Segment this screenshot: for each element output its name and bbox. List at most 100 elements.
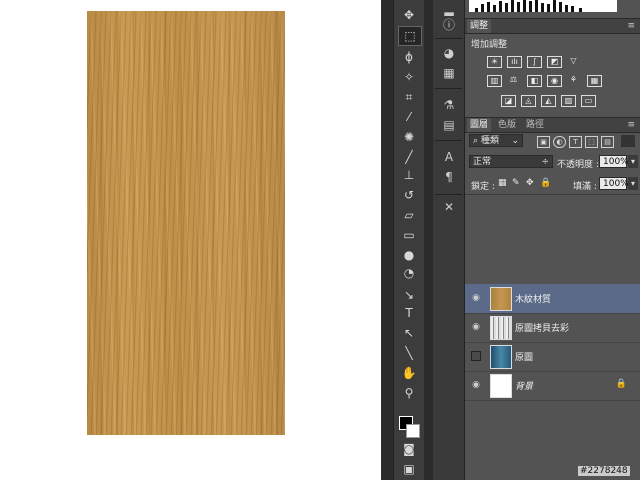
layer-row[interactable]: 原圖	[465, 342, 640, 372]
eye-icon[interactable]: ◉	[471, 293, 481, 303]
hue-saturation-icon[interactable]: ▥	[487, 75, 502, 87]
tab-adjustments[interactable]: 調整	[467, 19, 492, 33]
eraser-tool-icon[interactable]: ▱	[398, 206, 420, 224]
paragraph-icon[interactable]: ¶	[437, 168, 461, 186]
wood-texture-image	[87, 11, 285, 435]
hand-tool-icon[interactable]: ✋	[398, 364, 420, 382]
quick-mask-icon[interactable]: ◙	[398, 440, 420, 458]
gradient-map-icon[interactable]: ▭	[581, 95, 596, 107]
lock-transparent-icon[interactable]: ▦	[498, 178, 507, 188]
tab-paths[interactable]: 路徑	[523, 118, 547, 132]
history-brush-tool-icon[interactable]: ↺	[398, 186, 420, 204]
healing-tool-icon[interactable]: ✺	[398, 128, 420, 146]
screen-mode-icon[interactable]: ▣	[398, 460, 420, 478]
layer-name: 原圖	[515, 353, 534, 363]
layer-row[interactable]: ◉ 木紋材質	[465, 284, 640, 314]
color-lookup-icon[interactable]: ▦	[587, 75, 602, 87]
layer-name: 背景	[515, 382, 534, 392]
fill-input[interactable]: 100%	[599, 177, 629, 190]
right-panels: 調整 ≡ 增加調整 ☀ ılı ∫ ◩ ▽ ▥ ⚖ ◧ ◉ ⚘ ▦ ◪ ◬ ◭ …	[464, 0, 640, 480]
brush-presets-icon[interactable]: ▤	[437, 116, 461, 134]
stamp-tool-icon[interactable]: ⊥	[398, 166, 420, 184]
filter-shape-icon[interactable]: ⬚	[585, 136, 598, 148]
filter-toggle[interactable]	[621, 135, 635, 147]
lock-image-icon[interactable]: ✎	[512, 178, 520, 188]
layer-kind-filter[interactable]: ⌕ 種類 ⌄	[469, 134, 523, 147]
lock-all-icon[interactable]: 🔒	[540, 178, 551, 188]
dodge-tool-icon[interactable]: ◔	[398, 264, 420, 282]
tab-channels[interactable]: 色版	[495, 118, 519, 132]
zoom-tool-icon[interactable]: ⚲	[398, 384, 420, 402]
dock-separator	[435, 38, 462, 39]
blur-tool-icon[interactable]: ●	[398, 246, 420, 264]
path-select-tool-icon[interactable]: ↖	[398, 324, 420, 342]
levels-icon[interactable]: ılı	[507, 56, 522, 68]
gradient-tool-icon[interactable]: ▭	[398, 226, 420, 244]
eye-icon[interactable]: ◉	[471, 322, 481, 332]
panel-menu-icon[interactable]: ≡	[627, 120, 635, 130]
filter-adjustment-icon[interactable]: ◐	[553, 136, 566, 148]
document-canvas[interactable]	[0, 0, 381, 480]
move-tool-icon[interactable]: ✥	[398, 6, 420, 24]
selective-color-icon[interactable]: ▧	[561, 95, 576, 107]
hidden-visibility-box[interactable]	[471, 351, 481, 361]
filter-pixel-icon[interactable]: ▣	[537, 136, 550, 148]
search-icon: ⌕	[473, 136, 479, 146]
blend-mode-value: 正常	[473, 157, 492, 167]
swatches-icon[interactable]: ▦	[437, 64, 461, 82]
fill-slider-toggle[interactable]: ▾	[628, 177, 638, 190]
layer-row[interactable]: ◉ 背景 🔒	[465, 371, 640, 401]
panel-dock: ▂ ⓘ ◕ ▦ ⚗ ▤ A ¶ ✕	[433, 0, 464, 480]
eye-icon[interactable]: ◉	[471, 380, 481, 390]
histogram-preview	[469, 0, 617, 12]
lock-position-icon[interactable]: ✥	[526, 178, 534, 188]
threshold-icon[interactable]: ◭	[541, 95, 556, 107]
channel-mixer-icon[interactable]: ⚘	[567, 75, 580, 85]
character-icon[interactable]: A	[437, 148, 461, 166]
tools-options-icon[interactable]: ✕	[437, 198, 461, 216]
magic-wand-tool-icon[interactable]: ✧	[398, 68, 420, 86]
background-color-swatch[interactable]	[406, 424, 420, 438]
brightness-contrast-icon[interactable]: ☀	[487, 56, 502, 68]
kind-filter-label: 種類	[480, 136, 499, 146]
marquee-tool-icon[interactable]: ⬚	[398, 26, 422, 46]
lasso-tool-icon[interactable]: ϕ	[398, 48, 420, 66]
exposure-icon[interactable]: ◩	[547, 56, 562, 68]
info-icon[interactable]: ⓘ	[437, 16, 461, 34]
type-tool-icon[interactable]: T	[398, 304, 420, 322]
brush-tool-icon[interactable]: ╱	[398, 148, 420, 166]
tool-presets-icon[interactable]: ⚗	[437, 96, 461, 114]
posterize-icon[interactable]: ◬	[521, 95, 536, 107]
adjustments-tabbar: 調整 ≡	[465, 18, 640, 34]
panel-menu-icon[interactable]: ≡	[627, 21, 635, 31]
filter-type-icon[interactable]: T	[569, 136, 582, 148]
vibrance-icon[interactable]: ▽	[567, 56, 580, 66]
divider	[465, 194, 640, 195]
layer-row[interactable]: ◉ 原圖拷貝去彩	[465, 313, 640, 343]
layers-tabbar: 圖層 色版 路徑 ≡	[465, 117, 640, 133]
opacity-label: 不透明度 :	[557, 160, 599, 170]
blend-mode-select[interactable]: 正常 ÷	[469, 155, 553, 168]
fill-label: 填滿 :	[573, 182, 597, 192]
pen-tool-icon[interactable]: ↘	[398, 286, 420, 304]
layers-list: ◉ 木紋材質 ◉ 原圖拷貝去彩 原圖 ◉ 背景 🔒	[465, 196, 640, 480]
invert-icon[interactable]: ◪	[501, 95, 516, 107]
opacity-slider-toggle[interactable]: ▾	[628, 155, 638, 168]
photo-filter-icon[interactable]: ◉	[547, 75, 562, 87]
black-white-icon[interactable]: ◧	[527, 75, 542, 87]
eyedropper-tool-icon[interactable]: ⁄	[398, 108, 420, 126]
color-balance-icon[interactable]: ⚖	[507, 75, 520, 85]
color-palette-icon[interactable]: ◕	[437, 44, 461, 62]
filter-smart-icon[interactable]: ▤	[601, 136, 614, 148]
layer-thumbnail	[490, 374, 512, 398]
crop-tool-icon[interactable]: ⌗	[398, 88, 420, 106]
layer-thumbnail	[490, 287, 512, 311]
add-adjustment-label: 增加調整	[471, 40, 508, 50]
dock-separator	[435, 140, 462, 141]
tab-layers[interactable]: 圖層	[467, 118, 492, 132]
curves-icon[interactable]: ∫	[527, 56, 542, 68]
opacity-input[interactable]: 100%	[599, 155, 629, 168]
layer-thumbnail	[490, 316, 512, 340]
canvas-scroll-gutter[interactable]	[381, 0, 393, 480]
shape-tool-icon[interactable]: ╲	[398, 344, 420, 362]
